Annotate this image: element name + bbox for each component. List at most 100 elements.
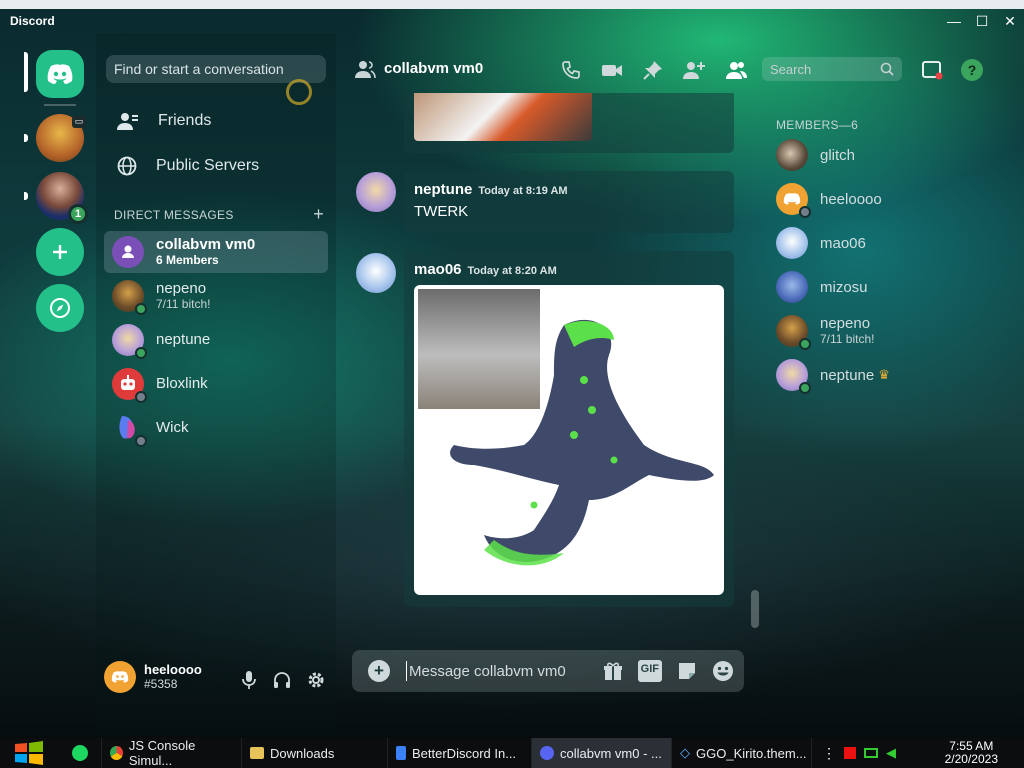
window-controls: — ☐ ✕ [940,9,1024,33]
message-author[interactable]: neptune [414,181,472,198]
taskbar-item-label: JS Console Simul... [128,738,196,768]
friends-nav[interactable]: Friends [116,111,211,131]
group-icon [122,245,134,258]
friends-label: Friends [158,112,212,129]
image-attachment-previous[interactable] [414,93,592,141]
dm-name: neptune [156,331,211,349]
member-name: mao06 [820,234,866,252]
rail-divider [44,104,76,106]
server-rail: ▭ 1 [24,46,96,706]
discord-logo-icon [47,64,73,84]
flag-icon[interactable] [844,747,856,759]
composer-actions: GIF [602,660,734,682]
member-item[interactable]: mizosu [776,271,868,303]
online-status [799,338,811,350]
start-button[interactable] [0,738,58,768]
attach-icon[interactable]: + [368,660,390,682]
avatar [776,315,811,350]
sticker-icon[interactable] [676,660,698,682]
close-button[interactable]: ✕ [996,9,1024,33]
taskbar-item-label: BetterDiscord In... [412,745,517,761]
user-controls [240,670,326,690]
message-card: neptune Today at 8:19 AM TWERK [404,171,734,233]
dm-name: Bloxlink [156,375,208,393]
member-item[interactable]: neptune ♛ [776,359,890,394]
create-dm-button[interactable]: + [313,205,324,223]
explore-servers-button[interactable] [36,284,84,332]
add-friend-icon[interactable] [682,59,706,81]
add-server-button[interactable] [36,228,84,276]
dm-sub: 6 Members [156,252,219,267]
member-item[interactable]: nepeno 7/11 bitch! [776,315,874,350]
taskbar-item[interactable]: BetterDiscord In... [388,738,532,768]
server-president[interactable]: 1 [36,172,88,224]
message-composer[interactable]: + Message collabvm vm0 GIF [352,650,744,692]
inbox-icon[interactable] [921,59,943,81]
gift-icon[interactable] [602,660,624,682]
avatar [776,227,808,259]
dm-name: collabvm vm0 [156,236,256,254]
mic-icon[interactable] [240,670,258,690]
taskbar-item[interactable]: Downloads [242,738,388,768]
vscode-icon: ◇ [680,745,690,760]
dm-name: Wick [156,419,189,437]
system-tray: ⋮ ◀ [822,745,896,762]
server-burger[interactable]: ▭ [36,114,86,162]
dm-item-bloxlink[interactable]: Bloxlink [104,363,328,405]
header-search-input[interactable]: Search [762,57,902,81]
public-servers-nav[interactable]: Public Servers [116,155,259,177]
pin-icon[interactable] [642,59,664,81]
gif-button[interactable]: GIF [637,660,662,682]
headphones-icon[interactable] [272,670,292,690]
windows-logo-icon [15,741,43,765]
spotify-button[interactable] [58,738,102,768]
online-status [135,303,147,315]
dm-item-wick[interactable]: Wick [104,407,328,449]
message-author[interactable]: mao06 [414,261,462,278]
settings-icon[interactable] [306,670,326,690]
message-avatar[interactable] [356,253,396,293]
dm-name: nepeno [156,280,207,298]
member-item[interactable]: heeloooo [776,183,882,218]
spotify-icon [71,745,88,761]
message-text: TWERK [414,203,469,220]
user-avatar[interactable] [104,661,136,693]
dm-item-nepeno[interactable]: nepeno 7/11 bitch! [104,275,328,317]
dm-item-neptune[interactable]: neptune [104,319,328,361]
dm-sub: 7/11 bitch! [156,296,211,311]
unread-pill-2 [24,192,28,200]
message-avatar[interactable] [356,172,396,212]
maximize-button[interactable]: ☐ [968,9,996,33]
member-item[interactable]: mao06 [776,227,866,259]
user-tag: #5358 [144,676,178,691]
more-icon[interactable]: ⋮ [822,745,836,762]
taskbar-item[interactable]: ◇ GGO_Kirito.them... [672,738,812,768]
member-name: nepeno [820,315,871,333]
volume-icon[interactable]: ◀ [886,745,896,761]
taskbar-item[interactable]: collabvm vm0 - ... [532,738,672,768]
online-status [135,347,147,359]
video-icon[interactable] [600,59,624,81]
message-scrollbar[interactable] [751,590,759,628]
member-item[interactable]: glitch [776,139,855,171]
emoji-icon[interactable] [712,660,734,682]
crown-icon: ♛ [878,367,890,382]
dm-item-collabvm[interactable]: collabvm vm0 6 Members [104,231,328,273]
clock[interactable]: 7:55 AM 2/20/2023 [945,739,998,766]
help-icon[interactable]: ? [961,59,983,81]
dm-search-input[interactable]: Find or start a conversation [106,55,326,83]
user-name: heeloooo [144,661,202,677]
composer-input[interactable]: Message collabvm vm0 [409,663,566,680]
chrome-icon [110,746,123,760]
message-time: Today at 8:20 AM [467,265,557,277]
network-icon[interactable] [864,748,878,758]
discord-icon [540,746,554,760]
folder-icon [250,747,264,759]
image-attachment[interactable] [414,285,724,595]
minimize-button[interactable]: — [940,9,968,33]
home-button[interactable] [36,50,84,98]
avatar [776,271,808,303]
call-icon[interactable] [560,59,582,81]
members-icon[interactable] [724,59,748,81]
taskbar-item[interactable]: JS Console Simul... [102,738,242,768]
